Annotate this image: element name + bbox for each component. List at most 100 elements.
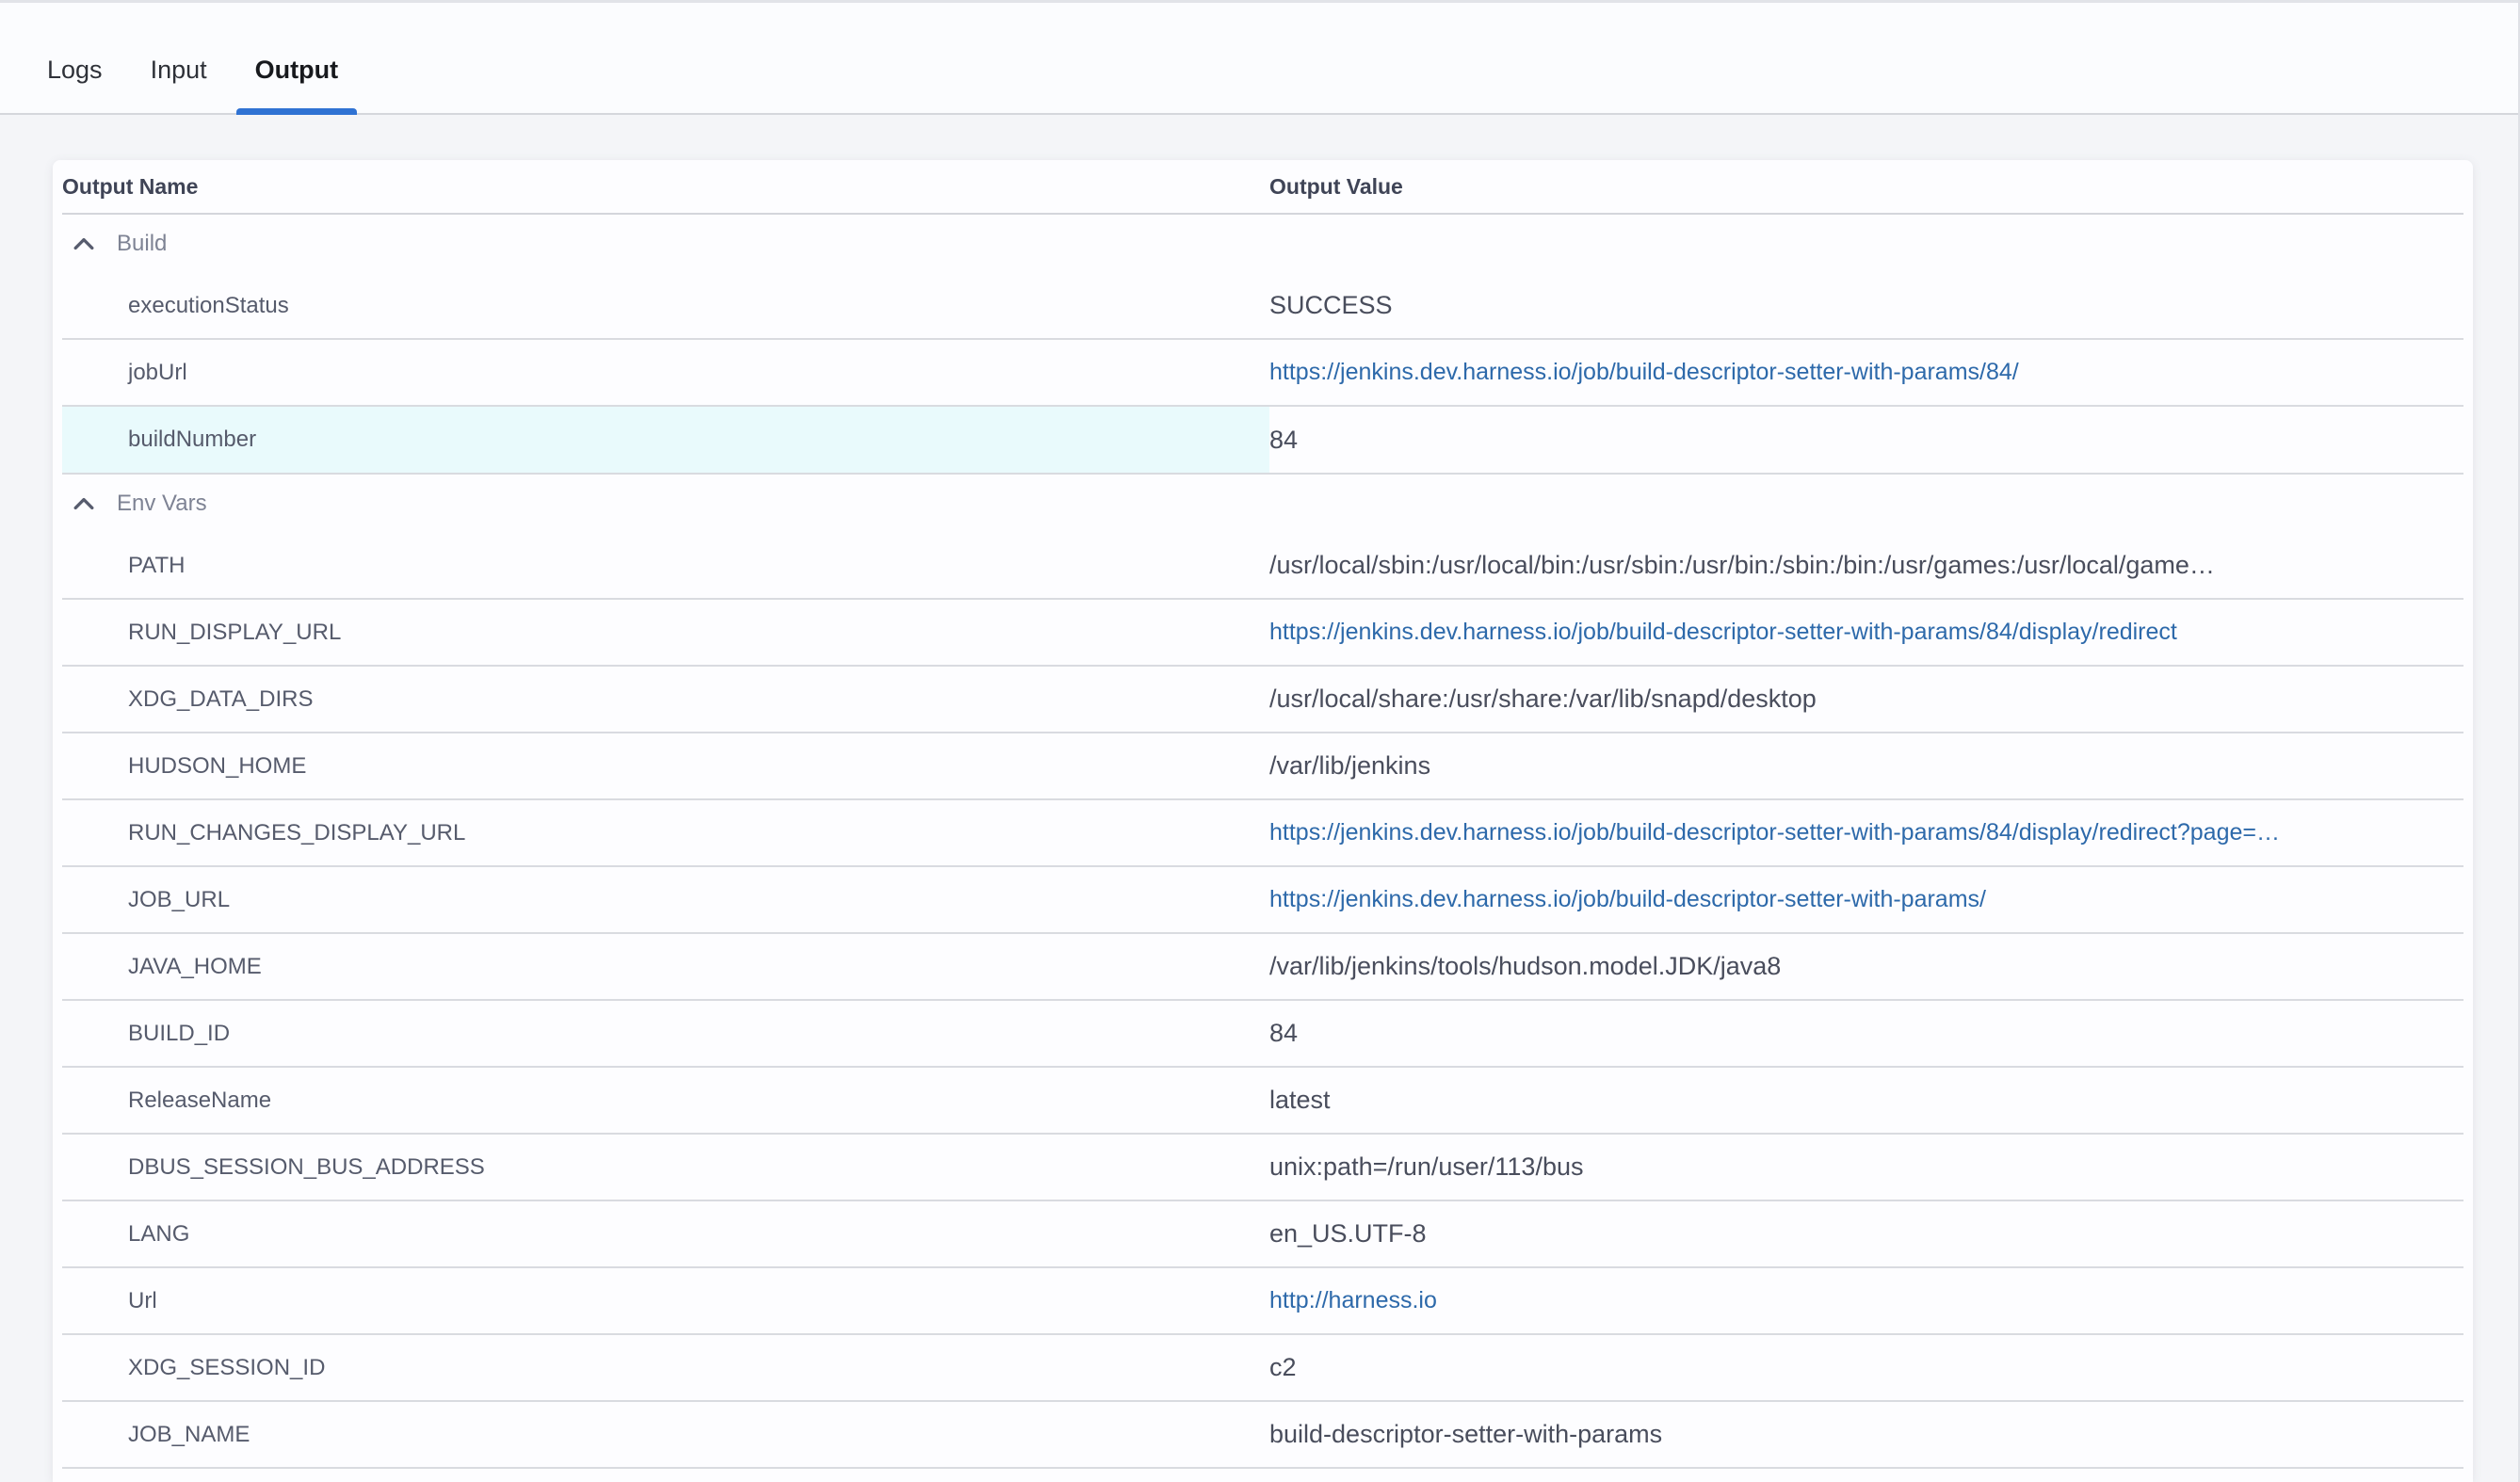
tab-label: Logs (47, 56, 103, 85)
chevron-up-icon[interactable] (73, 237, 94, 250)
table-row: LANG en_US.UTF-8 (62, 1201, 2463, 1268)
output-value-cell: /usr/local/share:/usr/share:/var/lib/sna… (1269, 667, 2463, 732)
output-group-label: Build (117, 231, 167, 257)
output-value-text: build-descriptor-setter-with-params (1269, 1420, 1662, 1449)
output-name-cell: ReleaseName (62, 1068, 1269, 1133)
output-name-text: RUN_DISPLAY_URL (128, 620, 341, 646)
tab-label: Input (151, 56, 207, 85)
output-value-text: /usr/local/share:/usr/share:/var/lib/sna… (1269, 685, 1817, 714)
output-value-cell: build-descriptor-setter-with-params (1269, 1402, 2463, 1467)
table-row: BUILD_ID 84 (62, 1001, 2463, 1068)
output-table: Output Name Output Value Build execution… (62, 160, 2463, 1469)
output-value-cell: http://harness.io (1269, 1268, 2463, 1333)
output-name-text: BUILD_ID (128, 1021, 230, 1047)
output-value-text: 84 (1269, 426, 1298, 455)
output-value-text: /usr/local/sbin:/usr/local/bin:/usr/sbin… (1269, 551, 2215, 580)
execution-details-pane: Logs Input Output Output Name Output Val… (0, 0, 2520, 1482)
output-value-link[interactable]: https://jenkins.dev.harness.io/job/build… (1269, 886, 1986, 913)
output-value-link[interactable]: https://jenkins.dev.harness.io/job/build… (1269, 619, 2177, 646)
output-value-text: SUCCESS (1269, 291, 1393, 320)
table-row: DBUS_SESSION_BUS_ADDRESS unix:path=/run/… (62, 1135, 2463, 1201)
column-header-output-value: Output Value (1269, 174, 2463, 200)
table-row: Url http://harness.io (62, 1268, 2463, 1335)
output-name-cell: RUN_CHANGES_DISPLAY_URL (62, 800, 1269, 865)
output-name-text: PATH (128, 553, 185, 579)
output-name-text: JOB_URL (128, 887, 230, 913)
output-name-cell: JAVA_HOME (62, 934, 1269, 999)
output-name-text: JOB_NAME (128, 1422, 250, 1448)
output-group-row[interactable]: Build (62, 215, 2463, 273)
output-group-label: Env Vars (117, 491, 207, 517)
tab-logs[interactable]: Logs (47, 27, 103, 113)
output-name-text: RUN_CHANGES_DISPLAY_URL (128, 820, 465, 846)
output-value-link[interactable]: https://jenkins.dev.harness.io/job/build… (1269, 359, 2019, 386)
output-value-cell: /var/lib/jenkins (1269, 733, 2463, 798)
tab-input[interactable]: Input (151, 27, 207, 113)
output-name-text: XDG_DATA_DIRS (128, 686, 314, 713)
output-tab-content: Output Name Output Value Build execution… (0, 115, 2518, 1482)
output-value-link[interactable]: http://harness.io (1269, 1287, 1437, 1314)
output-value-text: 84 (1269, 1019, 1298, 1048)
table-row: JAVA_HOME /var/lib/jenkins/tools/hudson.… (62, 934, 2463, 1001)
table-row: HUDSON_HOME /var/lib/jenkins (62, 733, 2463, 800)
output-value-cell: https://jenkins.dev.harness.io/job/build… (1269, 867, 2463, 932)
output-value-text: c2 (1269, 1353, 1297, 1382)
output-value-cell: https://jenkins.dev.harness.io/job/build… (1269, 800, 2463, 865)
output-name-text: buildNumber (128, 427, 256, 453)
output-value-cell: 84 (1269, 1001, 2463, 1066)
output-value-text: unix:path=/run/user/113/bus (1269, 1152, 1583, 1182)
output-value-cell: unix:path=/run/user/113/bus (1269, 1135, 2463, 1200)
output-value-text: /var/lib/jenkins/tools/hudson.model.JDK/… (1269, 952, 1781, 981)
output-value-cell: /var/lib/jenkins/tools/hudson.model.JDK/… (1269, 934, 2463, 999)
output-value-cell: 84 (1269, 407, 2463, 473)
table-row: JOB_URL https://jenkins.dev.harness.io/j… (62, 867, 2463, 934)
output-name-cell: JOB_URL (62, 867, 1269, 932)
output-table-header: Output Name Output Value (62, 160, 2463, 215)
output-name-cell: Url (62, 1268, 1269, 1333)
chevron-up-icon[interactable] (73, 497, 94, 510)
table-row: jobUrl https://jenkins.dev.harness.io/jo… (62, 340, 2463, 407)
table-row: RUN_DISPLAY_URL https://jenkins.dev.harn… (62, 600, 2463, 667)
output-table-body: Build executionStatus SUCCESS jobUrl htt… (62, 215, 2463, 1469)
table-row[interactable]: buildNumber 84 (62, 407, 2463, 475)
output-value-cell: SUCCESS (1269, 273, 2463, 338)
output-name-cell: BUILD_ID (62, 1001, 1269, 1066)
output-name-text: HUDSON_HOME (128, 753, 306, 780)
output-name-text: ReleaseName (128, 1087, 271, 1114)
table-row: executionStatus SUCCESS (62, 273, 2463, 340)
output-value-cell: c2 (1269, 1335, 2463, 1400)
column-header-output-name: Output Name (62, 174, 1269, 200)
table-row: XDG_SESSION_ID c2 (62, 1335, 2463, 1402)
output-name-cell: RUN_DISPLAY_URL (62, 600, 1269, 665)
output-name-text: DBUS_SESSION_BUS_ADDRESS (128, 1154, 485, 1181)
output-name-cell: HUDSON_HOME (62, 733, 1269, 798)
output-group-row[interactable]: Env Vars (62, 475, 2463, 533)
output-name-cell: jobUrl (62, 340, 1269, 405)
output-value-link[interactable]: https://jenkins.dev.harness.io/job/build… (1269, 819, 2280, 846)
output-value-cell: latest (1269, 1068, 2463, 1133)
output-table-card: Output Name Output Value Build execution… (53, 160, 2473, 1482)
output-name-text: executionStatus (128, 293, 289, 319)
output-value-text: /var/lib/jenkins (1269, 751, 1430, 781)
output-name-text: LANG (128, 1221, 189, 1248)
table-row: XDG_DATA_DIRS /usr/local/share:/usr/shar… (62, 667, 2463, 733)
output-name-cell: executionStatus (62, 273, 1269, 338)
output-name-text: XDG_SESSION_ID (128, 1355, 325, 1381)
output-name-text: JAVA_HOME (128, 954, 262, 980)
output-name-cell: XDG_DATA_DIRS (62, 667, 1269, 732)
output-name-cell: XDG_SESSION_ID (62, 1335, 1269, 1400)
table-row: JOB_NAME build-descriptor-setter-with-pa… (62, 1402, 2463, 1469)
output-value-cell: en_US.UTF-8 (1269, 1201, 2463, 1266)
output-value-cell: https://jenkins.dev.harness.io/job/build… (1269, 340, 2463, 405)
output-name-cell: DBUS_SESSION_BUS_ADDRESS (62, 1135, 1269, 1200)
tab-output[interactable]: Output (255, 27, 338, 113)
output-value-text: latest (1269, 1086, 1331, 1115)
output-value-text: en_US.UTF-8 (1269, 1219, 1427, 1248)
output-name-cell: JOB_NAME (62, 1402, 1269, 1467)
table-row: ReleaseName latest (62, 1068, 2463, 1135)
table-row: RUN_CHANGES_DISPLAY_URL https://jenkins.… (62, 800, 2463, 867)
output-name-text: Url (128, 1288, 157, 1314)
tab-label: Output (255, 56, 338, 85)
output-value-cell: /usr/local/sbin:/usr/local/bin:/usr/sbin… (1269, 533, 2463, 598)
output-name-cell: LANG (62, 1201, 1269, 1266)
